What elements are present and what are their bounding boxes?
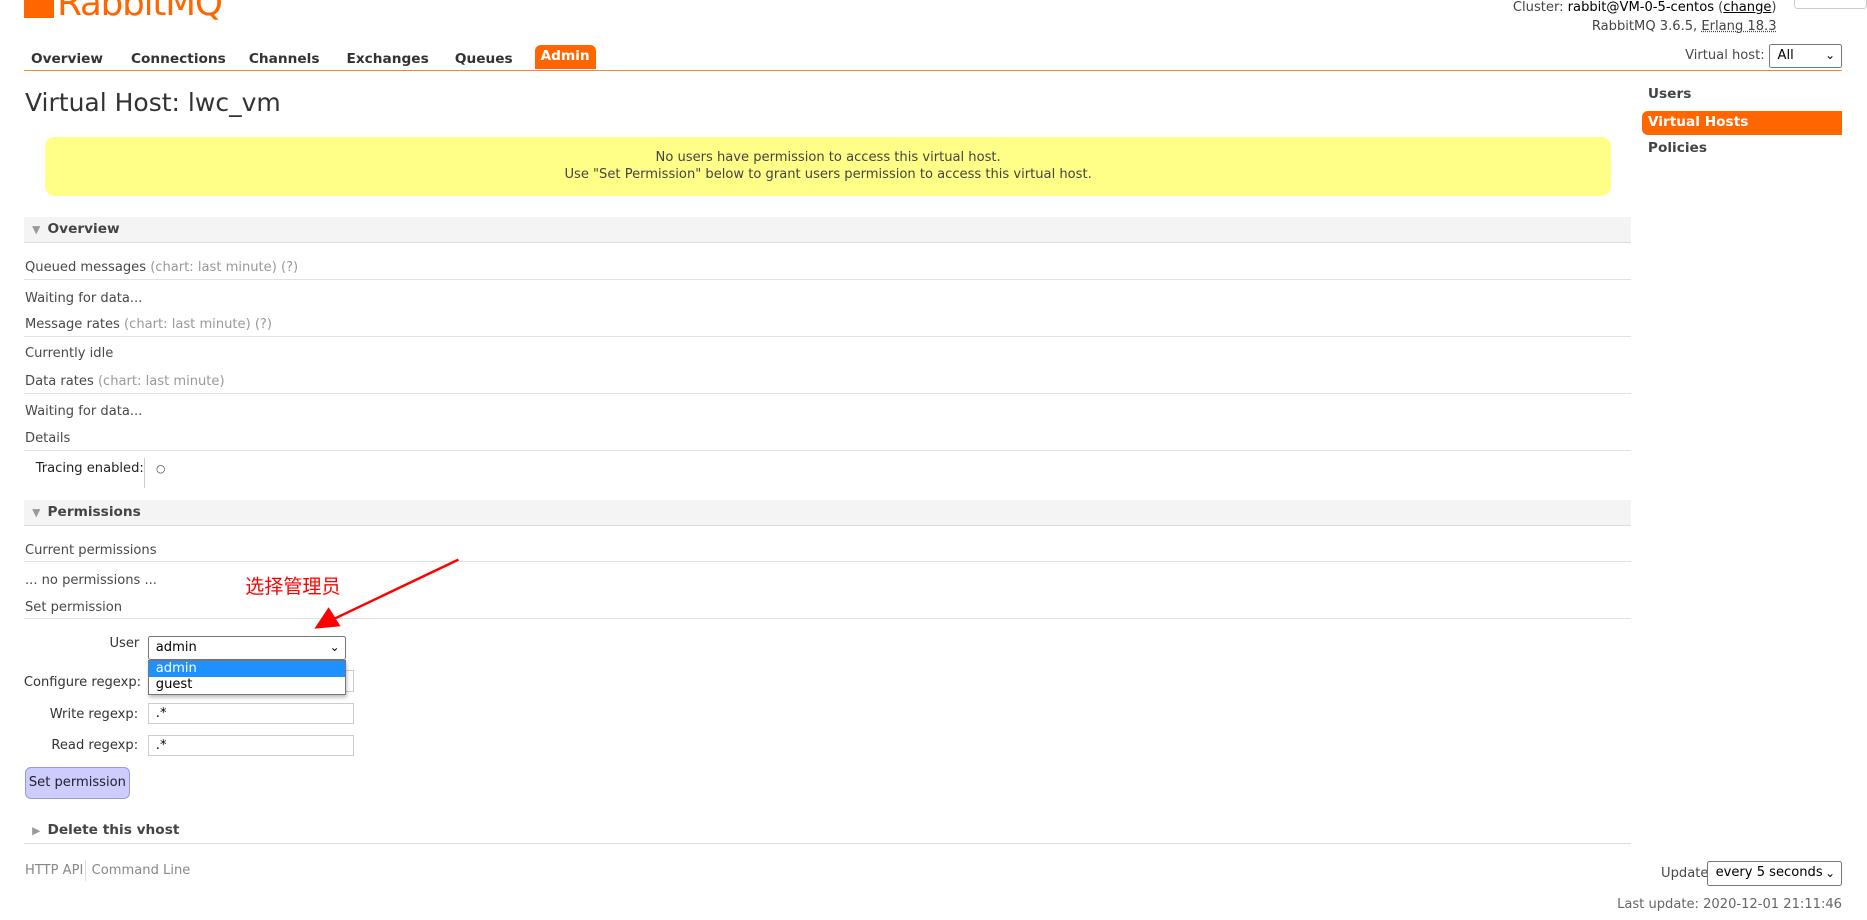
divider — [23, 617, 1632, 620]
write-regexp-input[interactable]: .* — [147, 702, 354, 724]
set-permission-button[interactable]: Set permission — [25, 766, 130, 799]
user-option-guest[interactable]: guest — [149, 677, 346, 694]
update-interval-select[interactable]: every 5 seconds ⌄ — [1707, 860, 1842, 886]
chart-range-link[interactable]: (chart: last minute) (?) — [124, 317, 272, 332]
annotation-text: 选择管理员 — [245, 575, 341, 598]
cluster-info: Cluster: rabbit@VM-0-5-centos (change) — [1512, 0, 1777, 15]
delete-vhost-toggle[interactable]: ▶ Delete this vhost — [23, 818, 1632, 844]
chevron-down-icon: ⌄ — [1825, 48, 1836, 63]
nav-divider — [23, 70, 1842, 72]
page-title: Virtual Host: lwc_vm — [25, 88, 281, 118]
command-line-link[interactable]: Command Line — [92, 863, 191, 878]
logo-mark — [23, 0, 54, 18]
http-api-link[interactable]: HTTP API — [25, 863, 83, 878]
tab-admin[interactable]: Admin — [534, 45, 596, 70]
divider — [23, 278, 1632, 280]
overview-section-toggle[interactable]: ▼ Overview — [23, 216, 1632, 243]
vhost-label: Virtual host: — [1685, 47, 1765, 63]
sidebar-item-virtual-hosts[interactable]: Virtual Hosts — [1641, 110, 1842, 135]
triangle-down-icon: ▼ — [32, 506, 41, 520]
divider — [23, 450, 1632, 452]
vhost-select[interactable]: All ⌄ — [1769, 44, 1842, 68]
tab-exchanges[interactable]: Exchanges — [342, 49, 434, 69]
sidebar-item-policies[interactable]: Policies — [1642, 137, 1842, 161]
current-permissions-heading: Current permissions — [25, 542, 157, 558]
user-dropdown-list: admin guest — [147, 659, 347, 696]
sidebar-item-users[interactable]: Users — [1642, 83, 1842, 107]
tab-connections[interactable]: Connections — [126, 49, 230, 69]
read-label: Read regexp: — [51, 738, 139, 754]
tab-channels[interactable]: Channels — [244, 49, 324, 69]
triangle-right-icon: ▶ — [32, 824, 41, 837]
message-rates-heading: Message rates (chart: last minute) (?) — [25, 316, 272, 332]
chevron-down-icon: ⌄ — [329, 639, 340, 654]
change-cluster-link[interactable]: change — [1723, 0, 1771, 15]
triangle-down-icon: ▼ — [32, 222, 41, 236]
details-heading: Details — [25, 431, 71, 447]
divider — [23, 560, 1632, 562]
version-info: RabbitMQ 3.6.5, Erlang 18.3 — [1591, 19, 1777, 35]
divider — [23, 392, 1632, 395]
queued-status: Waiting for data... — [25, 290, 143, 306]
write-label: Write regexp: — [49, 707, 139, 723]
data-rates-heading: Data rates (chart: last minute) — [25, 373, 225, 389]
last-update: Last update: 2020-12-01 21:11:46 — [1617, 896, 1843, 912]
data-status: Waiting for data... — [25, 403, 143, 419]
user-label: User — [109, 635, 140, 651]
update-label: Update — [1661, 865, 1709, 881]
tab-queues[interactable]: Queues — [450, 49, 517, 69]
rates-status: Currently idle — [25, 346, 114, 362]
no-permissions-text: ... no permissions ... — [25, 572, 157, 588]
divider — [23, 335, 1632, 337]
divider — [144, 458, 146, 489]
read-regexp-input[interactable]: .* — [147, 734, 354, 757]
tab-overview[interactable]: Overview — [26, 49, 108, 69]
logout-button[interactable] — [1793, 0, 1867, 10]
permissions-section-toggle[interactable]: ▼ Permissions — [23, 500, 1632, 527]
divider — [84, 859, 86, 882]
set-permission-heading: Set permission — [25, 600, 123, 616]
chart-range-link[interactable]: (chart: last minute) (?) — [150, 260, 298, 275]
configure-label: Configure regexp: — [23, 675, 142, 691]
permission-notice: No users have permission to access this … — [45, 136, 1611, 197]
user-option-admin[interactable]: admin — [148, 660, 346, 678]
tracing-label: Tracing enabled: — [35, 460, 144, 476]
user-select[interactable]: admin ⌄ — [147, 635, 347, 660]
logo[interactable]: RabbitMQ — [57, 0, 223, 24]
tracing-value: ○ — [155, 461, 166, 475]
chevron-down-icon: ⌄ — [1825, 865, 1836, 880]
queued-messages-heading: Queued messages (chart: last minute) (?) — [25, 259, 299, 275]
chart-range-link[interactable]: (chart: last minute) — [98, 374, 225, 389]
